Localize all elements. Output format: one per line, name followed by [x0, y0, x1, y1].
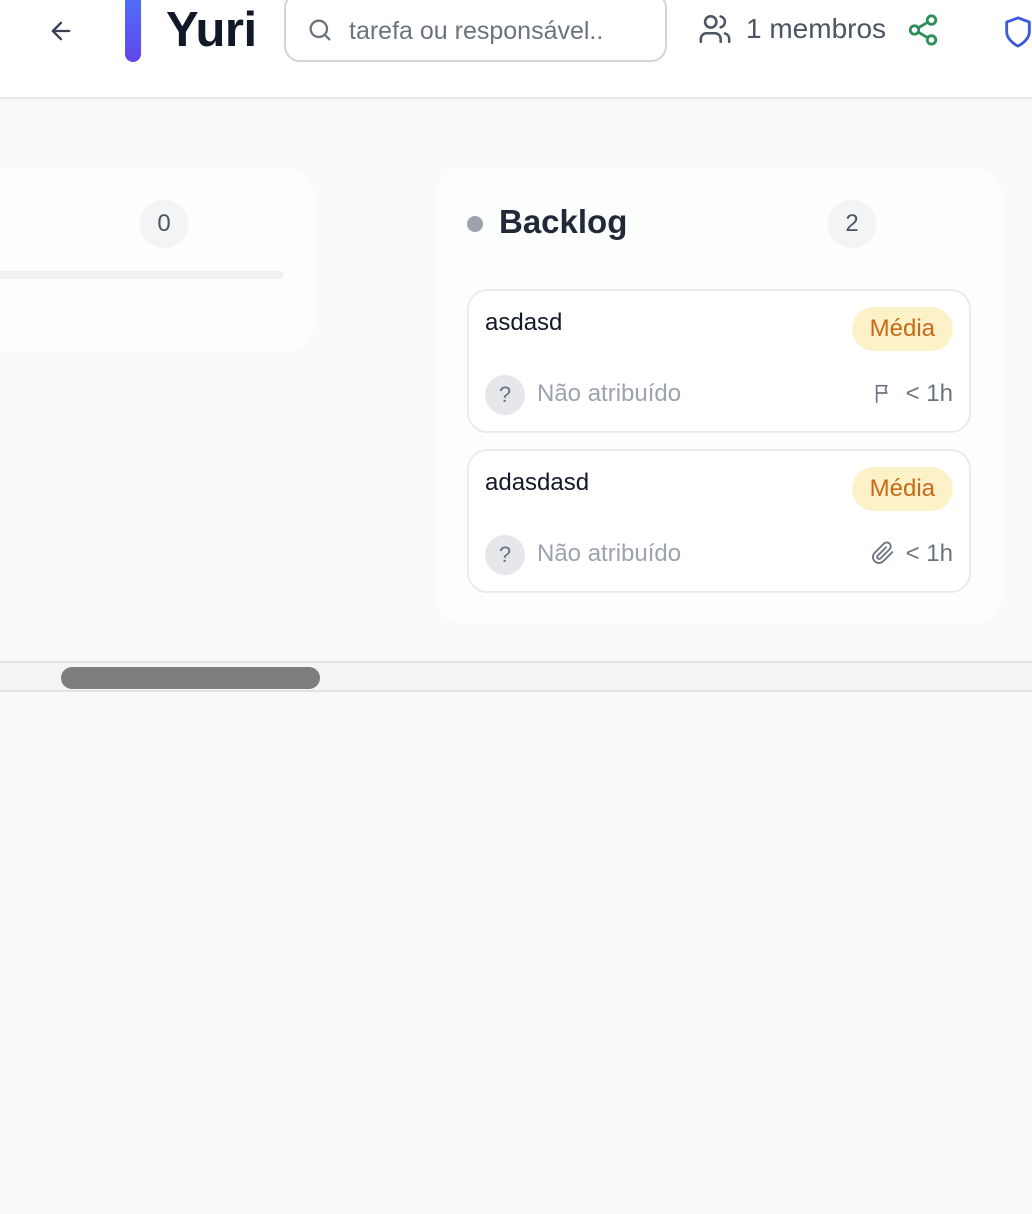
kanban-board: 0 Backlog 2 asdasd Média ? Não atribuído…: [0, 101, 1032, 661]
board-header: Yuri 1 membros: [0, 0, 1032, 99]
share-icon: [908, 14, 938, 46]
arrow-left-icon: [51, 21, 71, 41]
time-estimate: < 1h: [905, 540, 953, 567]
column-title: Backlog: [499, 203, 628, 240]
permissions-button[interactable]: [1001, 14, 1032, 50]
users-icon: [699, 14, 731, 44]
priority-badge: Média: [851, 307, 953, 351]
search-input[interactable]: [349, 16, 649, 46]
task-title: adasdasd: [485, 469, 590, 496]
paperclip-icon: [872, 541, 894, 564]
board-column-backlog: Backlog 2 asdasd Média ? Não atribuído <…: [435, 167, 1003, 624]
column-drop-zone[interactable]: [0, 271, 283, 279]
avatar: ?: [485, 535, 525, 575]
back-button[interactable]: [40, 10, 82, 52]
task-title: asdasd: [485, 309, 563, 336]
column-count-badge: 0: [140, 200, 188, 248]
members-button[interactable]: 1 membros: [698, 12, 886, 46]
priority-badge: Média: [851, 467, 953, 511]
column-count-badge: 2: [828, 200, 876, 248]
avatar: ?: [485, 375, 525, 415]
share-button[interactable]: [906, 12, 940, 48]
page-title: Yuri: [166, 3, 257, 57]
shield-icon: [1005, 16, 1031, 48]
task-card[interactable]: asdasd Média ? Não atribuído < 1h: [467, 289, 971, 433]
scrollbar-thumb[interactable]: [61, 667, 320, 689]
project-color-bar: [125, 0, 141, 62]
horizontal-scrollbar[interactable]: [0, 661, 1032, 692]
search-icon: [309, 19, 331, 41]
time-estimate: < 1h: [905, 380, 953, 407]
board-column: 0: [0, 167, 315, 352]
column-status-dot: [467, 216, 483, 232]
task-card[interactable]: adasdasd Média ? Não atribuído < 1h: [467, 449, 971, 593]
search-box[interactable]: [284, 0, 667, 62]
assignee-label: Não atribuído: [537, 380, 682, 407]
flag-icon: [875, 384, 888, 403]
assignee-label: Não atribuído: [537, 540, 682, 567]
members-count-label: 1 membros: [746, 13, 887, 44]
